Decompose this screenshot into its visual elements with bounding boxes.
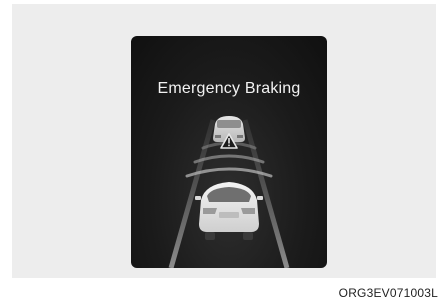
own-vehicle-icon — [195, 182, 263, 240]
road-scene — [168, 116, 290, 268]
cluster-display: Emergency Braking — [131, 36, 327, 268]
image-code-caption: ORG3EV071003L — [338, 286, 438, 300]
